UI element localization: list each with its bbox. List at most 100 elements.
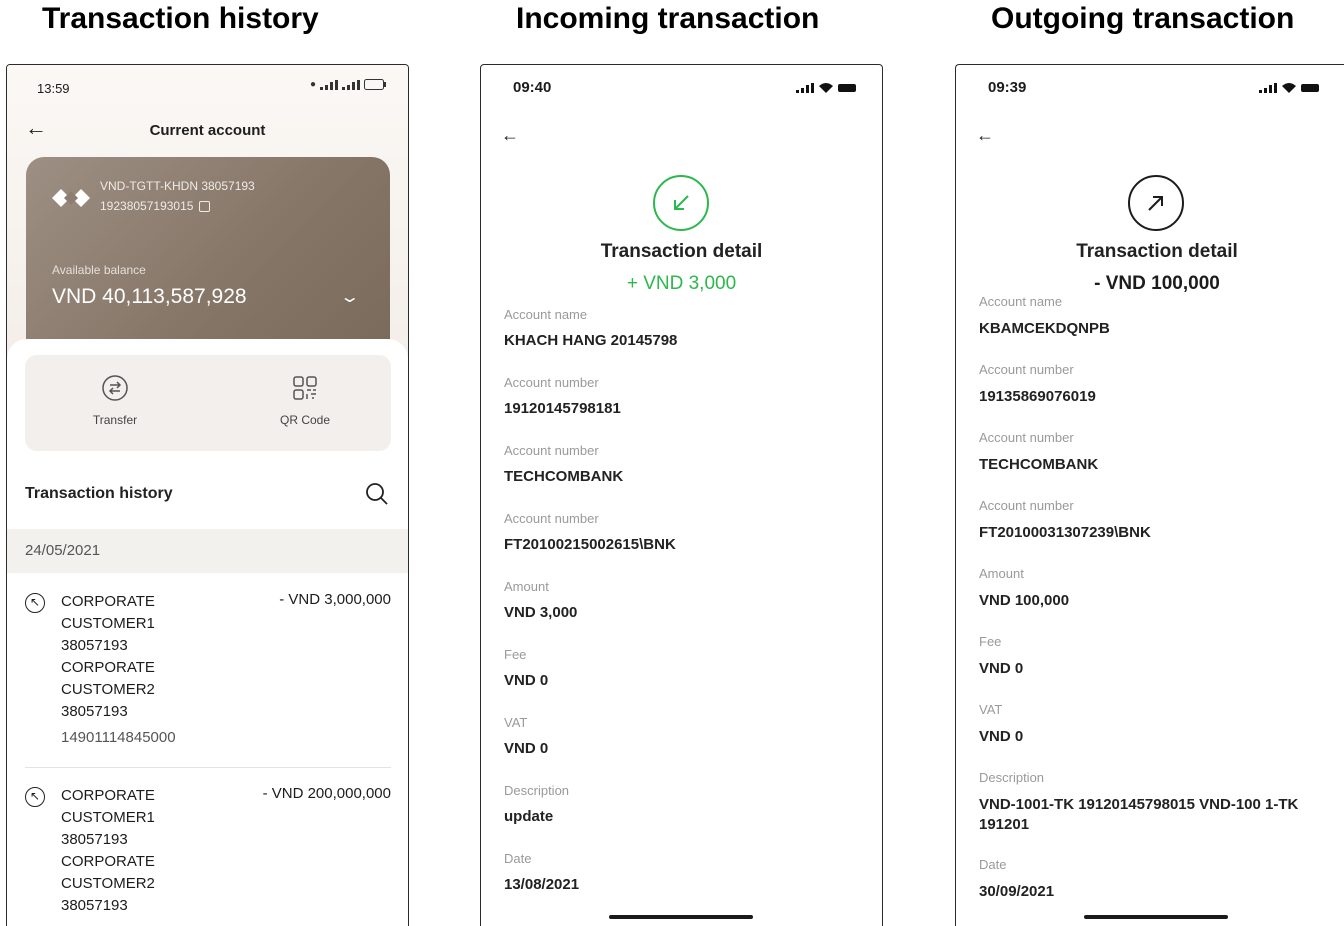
signal-icon (1259, 83, 1277, 93)
detail-title: Transaction detail (600, 241, 763, 262)
party-line: CORPORATE (61, 787, 155, 804)
field-value: 19120145798181 (504, 400, 621, 417)
qr-code-label: QR Code (279, 413, 331, 427)
list-item[interactable]: ↖ CORPORATE CUSTOMER1 38057193 CORPORATE… (25, 591, 391, 751)
field-label: Fee (979, 634, 1002, 649)
party-line: 38057193 (61, 703, 128, 720)
field-value: 13/08/2021 (504, 876, 580, 893)
party-line: CORPORATE (61, 659, 155, 676)
phone-outgoing-transaction: 09:39 ← Transaction detail - VND 100,000… (955, 64, 1344, 926)
heading-outgoing-transaction: Outgoing transaction (991, 2, 1295, 35)
phone-incoming-transaction: 09:40 ← Transaction detail + VND 3,000 A… (480, 64, 883, 926)
signal-icon-2 (342, 79, 360, 90)
status-time: 09:40 (513, 79, 552, 96)
field-label: Account number (504, 443, 599, 458)
party-line: 38057193 (61, 831, 128, 848)
field-value: FT20100031307239\BNK (979, 524, 1151, 541)
field-value: TECHCOMBANK (504, 468, 624, 485)
detail-amount: + VND 3,000 (626, 273, 737, 294)
date-group-header: 24/05/2021 (7, 529, 408, 573)
field-value: KHACH HANG 20145798 (504, 332, 678, 349)
status-time: 13:59 (37, 81, 70, 96)
back-arrow-icon[interactable]: ← (501, 125, 519, 146)
field-label: VAT (979, 702, 1003, 717)
home-indicator[interactable] (609, 915, 753, 919)
transaction-parties: CORPORATE CUSTOMER1 38057193 CORPORATE C… (61, 591, 155, 723)
signal-icon (320, 79, 338, 90)
heading-incoming-transaction: Incoming transaction (516, 2, 820, 35)
incoming-arrow-icon (653, 175, 709, 231)
field-label: Date (979, 857, 1007, 872)
outgoing-arrow-icon: ↖ (25, 593, 45, 613)
field-value: TECHCOMBANK (979, 456, 1099, 473)
party-line: CUSTOMER2 (61, 875, 155, 892)
balance-label: Available balance (52, 263, 146, 277)
party-line: CUSTOMER1 (61, 809, 155, 826)
transfer-icon (100, 373, 130, 403)
transaction-amount: - VND 3,000,000 (279, 591, 391, 608)
field-label: Description (979, 770, 1045, 785)
detail-title: Transaction detail (1076, 241, 1238, 262)
field-value: VND 3,000 (504, 604, 578, 621)
party-line: 38057193 (61, 897, 128, 914)
outgoing-arrow-icon: ↖ (25, 787, 45, 807)
alarm-icon: ● (309, 79, 316, 90)
status-icons: ● (310, 79, 386, 90)
detail-amount: - VND 100,000 (1094, 273, 1220, 294)
field-label: Account number (979, 430, 1074, 445)
quick-actions: Transfer QR Code (25, 355, 391, 451)
status-icons (1259, 83, 1321, 93)
wifi-icon (1282, 83, 1296, 93)
field-label: VAT (504, 715, 528, 730)
field-label: Account number (979, 362, 1074, 377)
status-icons (796, 83, 858, 93)
battery-icon (364, 79, 386, 90)
transfer-label: Transfer (92, 413, 138, 427)
field-value: KBAMCEKDQNPB (979, 320, 1110, 337)
content-sheet: Transfer QR Code Transaction history 24/… (7, 339, 408, 926)
transfer-button[interactable]: Transfer (55, 373, 175, 427)
wifi-icon (819, 83, 833, 93)
field-value: VND 100,000 (979, 592, 1070, 609)
list-item[interactable]: ↖ CORPORATE CUSTOMER1 38057193 CORPORATE… (25, 785, 391, 926)
field-value: VND 0 (504, 740, 549, 757)
search-icon[interactable] (364, 481, 390, 507)
party-line: CORPORATE (61, 593, 155, 610)
field-value: VND 0 (979, 728, 1024, 745)
status-time: 09:39 (988, 79, 1027, 96)
party-line: CUSTOMER2 (61, 681, 155, 698)
field-value: VND 0 (504, 672, 549, 689)
transaction-amount: - VND 200,000,000 (262, 785, 391, 802)
account-card[interactable]: VND-TGTT-KHDN 38057193 19238057193015 Av… (26, 157, 390, 357)
qr-code-button[interactable]: QR Code (245, 373, 365, 427)
field-value: FT20100215002615\BNK (504, 536, 676, 553)
back-arrow-icon[interactable]: ← (976, 125, 994, 146)
home-indicator[interactable] (1084, 915, 1228, 919)
account-name: VND-TGTT-KHDN 38057193 (100, 179, 255, 193)
chevron-down-icon[interactable]: ⌄ (339, 287, 360, 307)
party-line: CUSTOMER1 (61, 615, 155, 632)
field-value: update (504, 808, 554, 825)
field-label: Account number (979, 498, 1074, 513)
field-label: Amount (504, 579, 549, 594)
battery-icon (838, 84, 856, 92)
qr-code-icon (290, 373, 320, 403)
outgoing-arrow-icon (1128, 175, 1184, 231)
page-title: Current account (149, 122, 266, 139)
transaction-history-title: Transaction history (25, 485, 173, 502)
field-label: Fee (504, 647, 527, 662)
divider (25, 767, 391, 768)
party-line: 38057193 (61, 637, 128, 654)
field-value: 30/09/2021 (979, 883, 1055, 900)
heading-transaction-history: Transaction history (42, 2, 319, 35)
battery-icon (1301, 84, 1319, 92)
field-value: 19135869076019 (979, 388, 1096, 405)
transaction-parties: CORPORATE CUSTOMER1 38057193 CORPORATE C… (61, 785, 155, 917)
party-line: CORPORATE (61, 853, 155, 870)
bank-logo-icon (52, 189, 90, 207)
field-value: VND 0 (979, 660, 1024, 677)
copy-icon[interactable] (199, 200, 211, 212)
field-label: Account number (504, 511, 599, 526)
field-label: Account number (504, 375, 599, 390)
signal-icon (796, 83, 814, 93)
